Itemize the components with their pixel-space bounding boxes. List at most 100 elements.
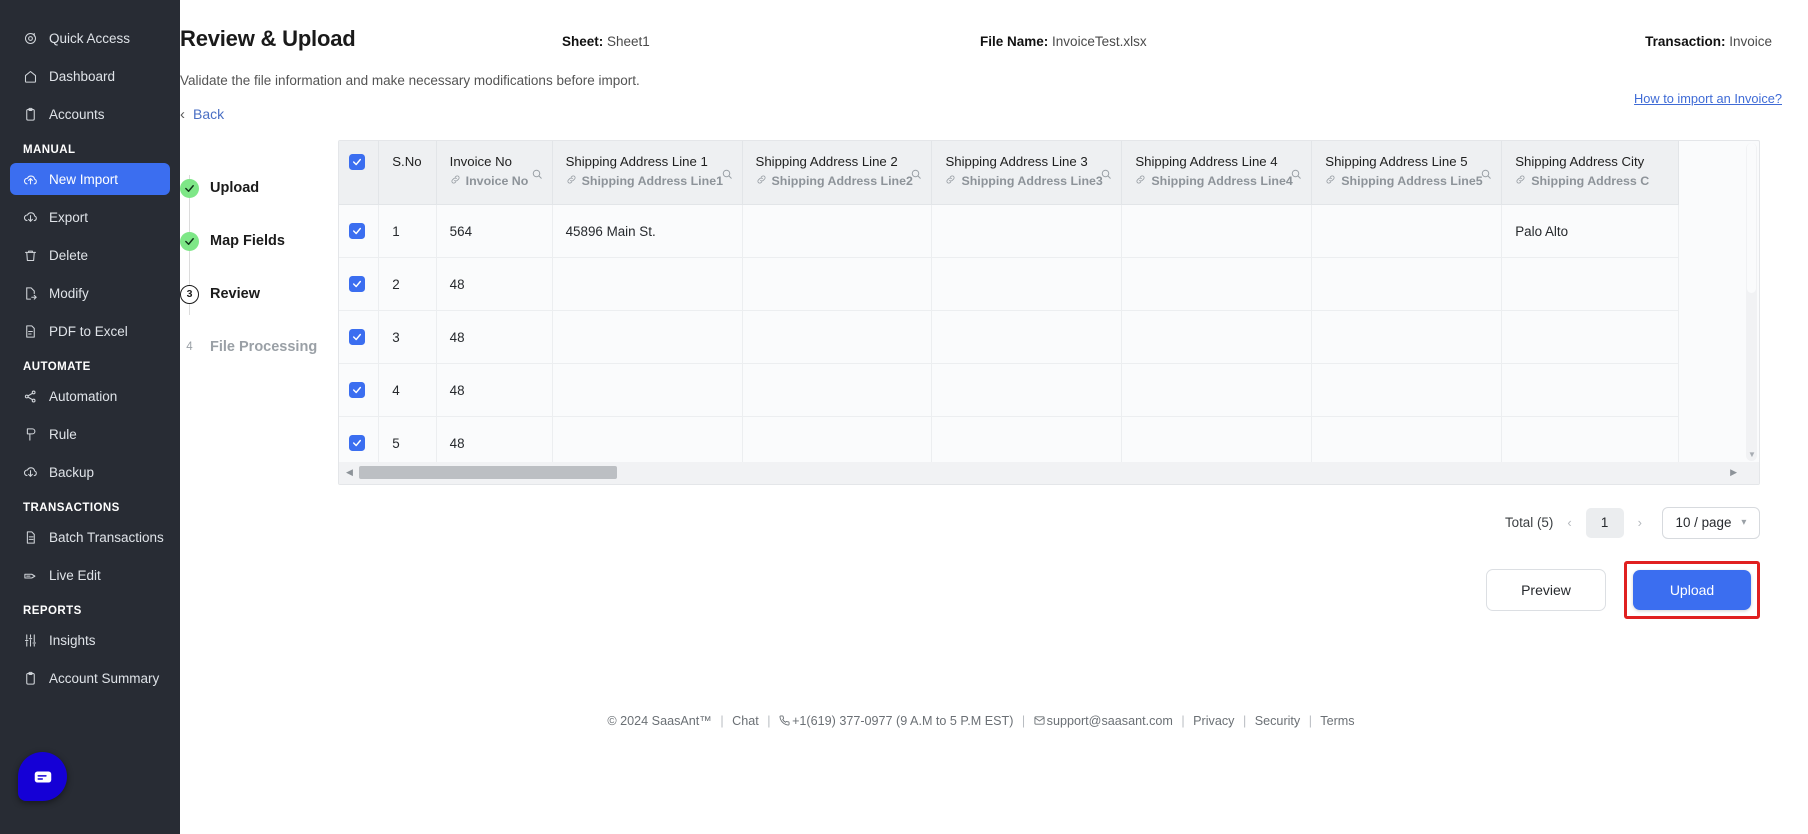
horizontal-scroll-thumb[interactable] bbox=[359, 465, 617, 479]
column-search-icon[interactable] bbox=[721, 168, 733, 180]
sidebar-item-backup[interactable]: Backup bbox=[10, 456, 170, 488]
column-header-shipping-address-line-5[interactable]: Shipping Address Line 5 Shipping Address … bbox=[1311, 140, 1503, 205]
sidebar-item-export[interactable]: Export bbox=[10, 201, 170, 233]
table-vertical-scrollbar[interactable]: ▲ ▼ bbox=[1746, 142, 1757, 461]
cell-shipping-address-line-1[interactable]: 45896 Main St. bbox=[552, 204, 743, 258]
column-search-icon[interactable] bbox=[1100, 168, 1112, 180]
column-search-icon[interactable] bbox=[1480, 168, 1492, 180]
cell-s-no[interactable]: 3 bbox=[378, 310, 437, 364]
link-icon bbox=[1515, 174, 1526, 188]
row-checkbox[interactable] bbox=[349, 435, 365, 451]
step-upload[interactable]: Upload bbox=[180, 162, 338, 215]
sidebar-item-pdf-to-excel[interactable]: PDF to Excel bbox=[10, 315, 170, 347]
page-size-select[interactable]: 10 / page ▾ bbox=[1662, 506, 1760, 539]
cell-shipping-address-line-5[interactable] bbox=[1311, 363, 1503, 417]
footer-security-link[interactable]: Security bbox=[1255, 714, 1301, 728]
row-checkbox[interactable] bbox=[349, 276, 365, 292]
sidebar-item-account-summary[interactable]: Account Summary bbox=[10, 662, 170, 694]
cell-s-no[interactable]: 2 bbox=[378, 257, 437, 311]
cell-shipping-address-line-5[interactable] bbox=[1311, 310, 1503, 364]
column-header-shipping-address-line-3[interactable]: Shipping Address Line 3 Shipping Address … bbox=[931, 140, 1123, 205]
sidebar-item-label: Modify bbox=[49, 285, 89, 301]
sidebar-item-accounts[interactable]: Accounts bbox=[10, 98, 170, 130]
upload-cloud-icon bbox=[23, 172, 38, 187]
cell-shipping-address-line-2[interactable] bbox=[742, 257, 933, 311]
clipboard-icon bbox=[23, 671, 38, 686]
pagination-next-icon[interactable]: › bbox=[1634, 515, 1646, 530]
cell-shipping-address-line-5[interactable] bbox=[1311, 204, 1503, 258]
step-map-fields[interactable]: Map Fields bbox=[180, 215, 338, 268]
sidebar-item-quick-access[interactable]: Quick Access bbox=[10, 22, 170, 54]
cell-shipping-address-line-4[interactable] bbox=[1121, 363, 1313, 417]
row-checkbox[interactable] bbox=[349, 382, 365, 398]
cell-s-no[interactable]: 4 bbox=[378, 363, 437, 417]
cell-shipping-address-line-3[interactable] bbox=[931, 310, 1123, 364]
cell-shipping-address-line-4[interactable] bbox=[1121, 204, 1313, 258]
footer-terms-link[interactable]: Terms bbox=[1320, 714, 1354, 728]
step-review[interactable]: 3 Review bbox=[180, 268, 338, 321]
table-horizontal-scrollbar[interactable]: ◀ ▶ bbox=[339, 461, 1759, 484]
cell-shipping-address-line-1[interactable] bbox=[552, 310, 743, 364]
cell-shipping-address-line-2[interactable] bbox=[742, 363, 933, 417]
cell-shipping-address-line-3[interactable] bbox=[931, 204, 1123, 258]
column-header-shipping-address-line-4[interactable]: Shipping Address Line 4 Shipping Address … bbox=[1121, 140, 1313, 205]
row-checkbox[interactable] bbox=[349, 329, 365, 345]
sidebar-item-live-edit[interactable]: Live Edit bbox=[10, 559, 170, 591]
sheet-meta: Sheet: Sheet1 bbox=[562, 34, 650, 49]
scroll-right-icon[interactable]: ▶ bbox=[1730, 468, 1737, 477]
cell-invoice-no[interactable]: 48 bbox=[436, 363, 553, 417]
sidebar-item-new-import[interactable]: New Import bbox=[10, 163, 170, 195]
cell-shipping-address-city[interactable] bbox=[1501, 310, 1679, 364]
preview-button[interactable]: Preview bbox=[1486, 568, 1606, 611]
step-file-processing[interactable]: 4 File Processing bbox=[180, 321, 338, 374]
column-search-icon[interactable] bbox=[531, 168, 543, 180]
cell-shipping-address-line-2[interactable] bbox=[742, 310, 933, 364]
cell-shipping-address-line-5[interactable] bbox=[1311, 257, 1503, 311]
cell-shipping-address-line-4[interactable] bbox=[1121, 310, 1313, 364]
sidebar-item-batch-transactions[interactable]: Batch Transactions bbox=[10, 521, 170, 553]
column-header-shipping-address-city[interactable]: Shipping Address City Shipping Address C bbox=[1501, 140, 1679, 205]
row-select-cell bbox=[339, 363, 380, 417]
cell-shipping-address-line-3[interactable] bbox=[931, 257, 1123, 311]
cell-s-no[interactable]: 1 bbox=[378, 204, 437, 258]
row-checkbox[interactable] bbox=[349, 223, 365, 239]
footer-phone[interactable]: +1(619) 377-0977 (9 A.M to 5 P.M EST) bbox=[792, 714, 1013, 728]
vertical-scroll-thumb[interactable] bbox=[1747, 142, 1756, 293]
sidebar-item-automation[interactable]: Automation bbox=[10, 380, 170, 412]
sidebar-item-modify[interactable]: Modify bbox=[10, 277, 170, 309]
cell-invoice-no[interactable]: 564 bbox=[436, 204, 553, 258]
back-button[interactable]: ‹ Back bbox=[180, 106, 224, 122]
sidebar-item-rule[interactable]: Rule bbox=[10, 418, 170, 450]
column-header-s-no[interactable]: S.No bbox=[378, 140, 437, 205]
pagination-page-1[interactable]: 1 bbox=[1585, 507, 1624, 538]
scroll-left-icon[interactable]: ◀ bbox=[346, 468, 353, 477]
sidebar-item-dashboard[interactable]: Dashboard bbox=[10, 60, 170, 92]
link-icon bbox=[450, 174, 461, 188]
help-link[interactable]: How to import an Invoice? bbox=[1634, 91, 1782, 106]
sidebar-item-delete[interactable]: Delete bbox=[10, 239, 170, 271]
cell-shipping-address-line-2[interactable] bbox=[742, 204, 933, 258]
sidebar-item-insights[interactable]: Insights bbox=[10, 624, 170, 656]
column-header-shipping-address-line-1[interactable]: Shipping Address Line 1 Shipping Address … bbox=[552, 140, 743, 205]
cell-shipping-address-city[interactable] bbox=[1501, 363, 1679, 417]
pagination-prev-icon[interactable]: ‹ bbox=[1563, 515, 1575, 530]
column-search-icon[interactable] bbox=[910, 168, 922, 180]
upload-button[interactable]: Upload bbox=[1633, 569, 1751, 610]
footer-chat-link[interactable]: Chat bbox=[732, 714, 759, 728]
footer-privacy-link[interactable]: Privacy bbox=[1193, 714, 1234, 728]
cell-shipping-address-city[interactable] bbox=[1501, 257, 1679, 311]
footer-email[interactable]: support@saasant.com bbox=[1047, 714, 1173, 728]
cell-shipping-address-line-1[interactable] bbox=[552, 257, 743, 311]
cell-invoice-no[interactable]: 48 bbox=[436, 257, 553, 311]
cell-shipping-address-city[interactable]: Palo Alto bbox=[1501, 204, 1679, 258]
column-search-icon[interactable] bbox=[1290, 168, 1302, 180]
cell-shipping-address-line-3[interactable] bbox=[931, 363, 1123, 417]
cell-shipping-address-line-4[interactable] bbox=[1121, 257, 1313, 311]
column-header-invoice-no[interactable]: Invoice No Invoice No bbox=[436, 140, 553, 205]
select-all-checkbox[interactable] bbox=[349, 153, 365, 170]
cell-invoice-no[interactable]: 48 bbox=[436, 310, 553, 364]
cell-shipping-address-line-1[interactable] bbox=[552, 363, 743, 417]
scroll-down-icon[interactable]: ▼ bbox=[1748, 450, 1756, 459]
chat-bubble-icon[interactable] bbox=[18, 752, 67, 801]
column-header-shipping-address-line-2[interactable]: Shipping Address Line 2 Shipping Address … bbox=[742, 140, 933, 205]
